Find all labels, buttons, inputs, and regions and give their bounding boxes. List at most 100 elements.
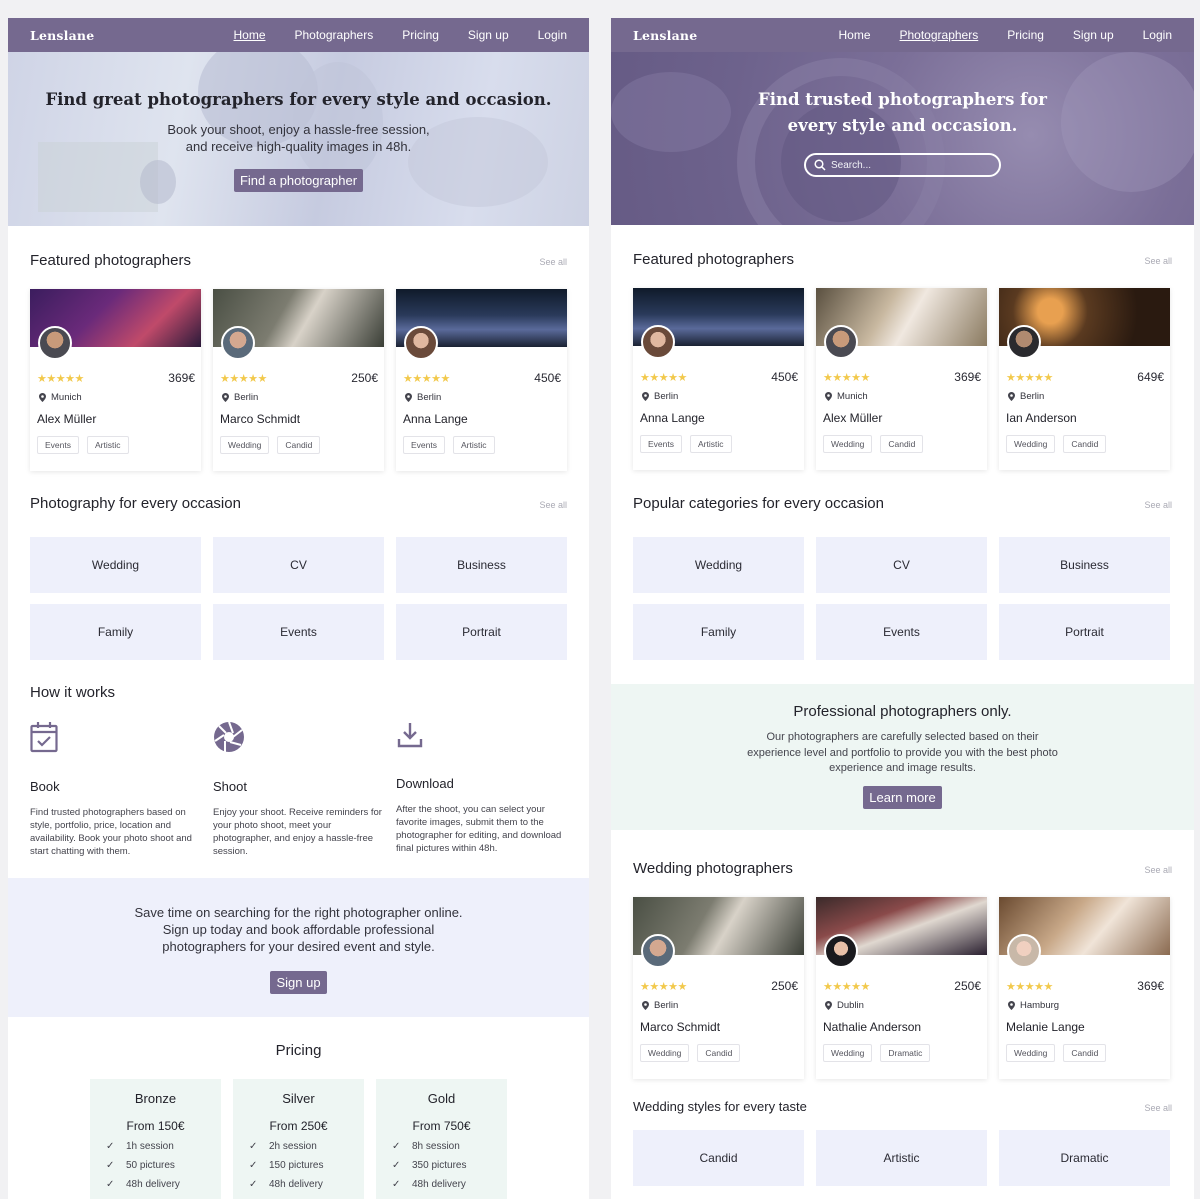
hero-title-line: Find trusted photographers for <box>758 90 1047 109</box>
category-tile[interactable]: Family <box>30 604 201 660</box>
see-all-link[interactable]: See all <box>539 500 567 510</box>
tag[interactable]: Artistic <box>87 436 129 454</box>
photographer-card[interactable]: ★★★★★ 450€ Berlin Anna Lange Events Artis… <box>396 289 567 471</box>
photographer-card[interactable]: ★★★★★ 250€ Berlin Marco Schmidt Wedding C… <box>213 289 384 471</box>
nav-sign-up[interactable]: Sign up <box>1073 28 1114 42</box>
top-navbar: Lenslane Home Photographers Pricing Sign… <box>8 18 589 52</box>
tag[interactable]: Candid <box>277 436 321 454</box>
photographer-cards: ★★★★★ 450€ Berlin Anna Lange Events Artis… <box>633 288 1172 470</box>
tag[interactable]: Events <box>37 436 79 454</box>
search-input[interactable] <box>831 159 981 171</box>
photographer-card[interactable]: ★★★★★ 369€ Munich Alex Müller Events Arti… <box>30 289 201 471</box>
nav-photographers[interactable]: Photographers <box>295 28 374 42</box>
see-all-link[interactable]: See all <box>1144 500 1172 510</box>
see-all-link[interactable]: See all <box>1144 1103 1172 1113</box>
banner-line: photographers for your desired event and… <box>162 939 435 954</box>
category-tile[interactable]: Events <box>816 604 987 660</box>
plan-feature: 48h delivery <box>412 1179 466 1190</box>
nav-pricing[interactable]: Pricing <box>1007 28 1044 42</box>
tag[interactable]: Wedding <box>220 436 270 454</box>
tag[interactable]: Artistic <box>690 435 732 453</box>
download-icon <box>397 723 423 748</box>
step-title: Shoot <box>213 779 247 794</box>
learn-more-button[interactable]: Learn more <box>863 785 942 809</box>
style-tile[interactable]: Candid <box>633 1130 804 1186</box>
photographer-card[interactable]: ★★★★★ 369€ Hamburg Melanie Lange Wedding… <box>999 897 1170 1079</box>
category-tile[interactable]: Business <box>999 537 1170 593</box>
how-step: Book Find trusted photographers based on… <box>30 721 201 858</box>
photographer-card[interactable]: ★★★★★ 649€ Berlin Ian Anderson Wedding Ca… <box>999 288 1170 470</box>
category-tile[interactable]: Events <box>213 604 384 660</box>
tag[interactable]: Dramatic <box>880 1044 931 1062</box>
right-page-mockup: Lenslane Home Photographers Pricing Sign… <box>611 18 1194 1199</box>
banner-line: Our photographers are carefully selected… <box>766 731 1039 743</box>
location: Munich <box>51 392 82 403</box>
photographer-card[interactable]: ★★★★★ 369€ Munich Alex Müller Wedding Can… <box>816 288 987 470</box>
search-bar[interactable] <box>804 153 1001 177</box>
search-icon <box>814 159 826 171</box>
photographer-name: Marco Schmidt <box>220 412 301 426</box>
style-tile[interactable]: Dramatic <box>999 1130 1170 1186</box>
nav-sign-up[interactable]: Sign up <box>468 28 509 42</box>
avatar <box>38 326 72 360</box>
category-tile[interactable]: Family <box>633 604 804 660</box>
main-nav: Home Photographers Pricing Sign up Login <box>838 28 1172 42</box>
tag[interactable]: Wedding <box>823 435 873 453</box>
category-tile[interactable]: CV <box>213 537 384 593</box>
category-tile[interactable]: Business <box>396 537 567 593</box>
featured-photographers-section: Featured photographers See all ★★★★★ 450… <box>611 251 1194 470</box>
tag[interactable]: Wedding <box>823 1044 873 1062</box>
see-all-link[interactable]: See all <box>539 257 567 267</box>
find-photographer-button[interactable]: Find a photographer <box>233 169 364 192</box>
tag[interactable]: Wedding <box>1006 1044 1056 1062</box>
how-step: Shoot Enjoy your shoot. Receive reminder… <box>213 721 384 858</box>
nav-login[interactable]: Login <box>538 28 567 42</box>
tag[interactable]: Candid <box>697 1044 741 1062</box>
section-title: Popular categories for every occasion <box>633 495 884 512</box>
location-pin-icon <box>1008 1001 1015 1010</box>
photographer-card[interactable]: ★★★★★ 250€ Dublin Nathalie Anderson Wedd… <box>816 897 987 1079</box>
tag[interactable]: Candid <box>1063 1044 1107 1062</box>
featured-photographers-section: Featured photographers See all ★★★★★ 369… <box>8 252 589 471</box>
nav-pricing[interactable]: Pricing <box>402 28 439 42</box>
category-grid: Wedding CV Business Family Events Portra… <box>30 537 567 660</box>
rating-stars: ★★★★★ <box>403 372 450 385</box>
pricing-plan[interactable]: Silver From 250€ ✓ 2h session ✓ 150 pictur… <box>233 1079 364 1199</box>
tag[interactable]: Events <box>640 435 682 453</box>
tag[interactable]: Candid <box>1063 435 1107 453</box>
pricing-plan[interactable]: Bronze From 150€ ✓ 1h session ✓ 50 picture… <box>90 1079 221 1199</box>
banner-text: Our photographers are carefully selected… <box>611 730 1194 777</box>
see-all-link[interactable]: See all <box>1144 865 1172 875</box>
category-tile[interactable]: Portrait <box>999 604 1170 660</box>
sign-up-button[interactable]: Sign up <box>270 971 327 994</box>
tag[interactable]: Wedding <box>640 1044 690 1062</box>
tag[interactable]: Events <box>403 436 445 454</box>
avatar <box>641 934 675 968</box>
tag[interactable]: Candid <box>880 435 924 453</box>
section-title: Wedding photographers <box>633 860 793 877</box>
check-icon: ✓ <box>106 1179 115 1190</box>
location: Munich <box>837 391 868 402</box>
hero-title: Find great photographers for every style… <box>45 90 552 109</box>
category-tile[interactable]: Wedding <box>30 537 201 593</box>
nav-home[interactable]: Home <box>233 28 265 42</box>
category-tile[interactable]: Portrait <box>396 604 567 660</box>
logo[interactable]: Lenslane <box>633 28 697 43</box>
tag[interactable]: Wedding <box>1006 435 1056 453</box>
nav-home[interactable]: Home <box>838 28 870 42</box>
pricing-plan[interactable]: Gold From 750€ ✓ 8h session ✓ 350 pictures… <box>376 1079 507 1199</box>
rating-stars: ★★★★★ <box>823 371 870 384</box>
tag[interactable]: Artistic <box>453 436 495 454</box>
see-all-link[interactable]: See all <box>1144 256 1172 266</box>
style-tile[interactable]: Artistic <box>816 1130 987 1186</box>
rating-stars: ★★★★★ <box>1006 980 1053 993</box>
price: 369€ <box>954 370 981 384</box>
category-tile[interactable]: CV <box>816 537 987 593</box>
nav-photographers[interactable]: Photographers <box>900 28 979 42</box>
nav-login[interactable]: Login <box>1143 28 1172 42</box>
check-icon: ✓ <box>106 1160 115 1171</box>
photographer-card[interactable]: ★★★★★ 450€ Berlin Anna Lange Events Artis… <box>633 288 804 470</box>
photographer-card[interactable]: ★★★★★ 250€ Berlin Marco Schmidt Wedding C… <box>633 897 804 1079</box>
category-tile[interactable]: Wedding <box>633 537 804 593</box>
logo[interactable]: Lenslane <box>30 28 94 43</box>
